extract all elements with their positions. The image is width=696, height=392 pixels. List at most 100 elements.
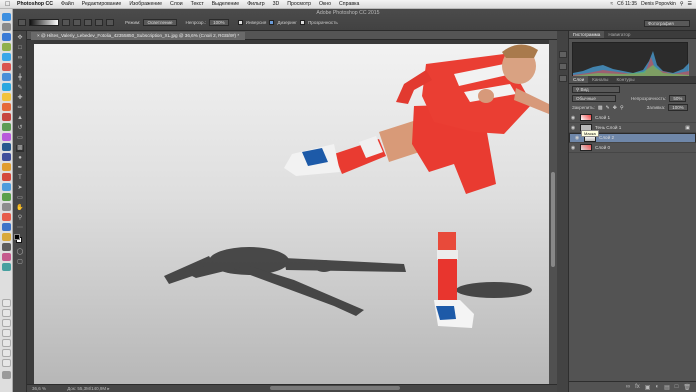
appstore-icon[interactable] — [2, 73, 11, 81]
menu-view[interactable]: Просмотр — [287, 1, 311, 7]
messages-icon[interactable] — [2, 123, 11, 131]
move-tool-icon[interactable]: ✥ — [16, 35, 24, 42]
notes-icon[interactable] — [2, 93, 11, 101]
app-icon-lightblue[interactable] — [2, 183, 11, 191]
layer-row[interactable]: ◉ Слой 1 — [569, 113, 696, 123]
app-icon-coral[interactable] — [2, 213, 11, 221]
gradient-tool-button-icon[interactable]: ▩ — [16, 145, 24, 152]
calendar-icon[interactable] — [2, 63, 11, 71]
menu-layers[interactable]: Слои — [170, 1, 183, 7]
app-icon-navy[interactable] — [2, 223, 11, 231]
quick-mask-icon[interactable]: ◯ — [16, 249, 24, 256]
reflected-gradient-button[interactable] — [95, 19, 103, 26]
document-canvas[interactable] — [34, 44, 549, 384]
new-group-icon[interactable]: ▤ — [664, 384, 670, 391]
launchpad-icon[interactable] — [2, 23, 11, 31]
visibility-eye-icon[interactable]: ◉ — [569, 115, 577, 121]
history-brush-tool-icon[interactable]: ↺ — [16, 125, 24, 132]
pen-tool-icon[interactable]: ✒ — [16, 165, 24, 172]
telegram-icon[interactable] — [2, 53, 11, 61]
more-tools-icon[interactable]: ⋯ — [16, 225, 24, 232]
delete-layer-icon[interactable]: 🗑 — [683, 384, 691, 391]
clock[interactable]: Сб 11:35 — [617, 1, 637, 7]
layer-opacity-field[interactable]: 50% — [669, 95, 687, 102]
app-icon-pink[interactable] — [2, 253, 11, 261]
tab-layers[interactable]: Слои — [569, 76, 589, 83]
status-arrow-icon[interactable]: ▸ — [107, 386, 109, 391]
document-icon-2[interactable] — [2, 309, 11, 317]
tool-app-icon[interactable] — [2, 103, 11, 111]
history-panel-icon[interactable] — [559, 51, 567, 58]
vertical-scroll-thumb[interactable] — [551, 172, 555, 267]
wifi-icon[interactable]: ≈ — [610, 1, 613, 7]
shape-tool-icon[interactable]: ▭ — [16, 195, 24, 202]
app-icon-orange[interactable] — [2, 163, 11, 171]
fx-icon[interactable]: fx — [635, 384, 640, 390]
document-icon-3[interactable] — [2, 319, 11, 327]
mode-select[interactable]: Осветление — [143, 19, 177, 26]
tab-histogram[interactable]: Гистограмма — [569, 31, 605, 38]
invert-checkbox[interactable] — [237, 20, 243, 25]
layer-row[interactable]: ◉ Слой 0 — [569, 143, 696, 153]
diamond-gradient-button[interactable] — [106, 19, 114, 26]
quick-select-tool-icon[interactable]: ✧ — [16, 65, 24, 72]
menu-3d[interactable]: 3D — [273, 1, 280, 7]
lock-paint-icon[interactable]: ✎ — [606, 105, 610, 111]
safari-icon[interactable] — [2, 33, 11, 41]
layer-fx-icon[interactable]: ▣ — [685, 125, 690, 131]
lasso-tool-icon[interactable]: ∞ — [16, 55, 24, 62]
gradient-tool-icon[interactable] — [18, 19, 26, 26]
add-mask-icon[interactable]: ▣ — [645, 384, 651, 391]
menu-filter[interactable]: Фильтр — [247, 1, 264, 7]
hand-tool-icon[interactable]: ✋ — [16, 205, 24, 212]
document-tab[interactable]: × @ Hiltes_Valeriy_Lebedev_Fotolia_42355… — [31, 32, 246, 40]
app-icon-blue[interactable] — [2, 153, 11, 161]
tab-channels[interactable]: Каналы — [588, 76, 612, 83]
blend-mode-select[interactable]: Обычные — [572, 95, 616, 102]
document-icon[interactable] — [2, 299, 11, 307]
finder-icon[interactable] — [2, 13, 11, 21]
transparency-checkbox[interactable] — [299, 20, 305, 25]
document-icon-5[interactable] — [2, 339, 11, 347]
settings-icon[interactable] — [2, 203, 11, 211]
document-icon-7[interactable] — [2, 359, 11, 367]
vertical-scrollbar[interactable] — [549, 40, 557, 384]
zoom-tool-icon[interactable]: ⚲ — [16, 215, 24, 222]
trash-icon[interactable] — [2, 371, 11, 379]
lock-move-icon[interactable]: ✥ — [613, 105, 617, 111]
opacity-field[interactable]: 100% — [209, 19, 229, 26]
menu-edit[interactable]: Редактирование — [82, 1, 122, 7]
screen-mode-icon[interactable]: ▢ — [16, 259, 24, 266]
new-layer-icon[interactable]: □ — [675, 384, 679, 390]
apple-icon[interactable]:  — [5, 1, 13, 8]
mail-icon[interactable] — [2, 113, 11, 121]
menu-list-icon[interactable]: ☰ — [688, 1, 692, 7]
menu-select[interactable]: Выделение — [212, 1, 240, 7]
lock-pixels-icon[interactable]: ▩ — [598, 105, 603, 111]
link-layers-icon[interactable]: ∞ — [626, 384, 630, 390]
workspace-select[interactable]: Фотография — [644, 20, 690, 27]
app-icon-red[interactable] — [2, 173, 11, 181]
tab-paths[interactable]: Контуры — [612, 76, 638, 83]
menu-type[interactable]: Текст — [191, 1, 204, 7]
app-icon-teal[interactable] — [2, 263, 11, 271]
gradient-preview[interactable] — [29, 19, 59, 26]
eyedropper-tool-icon[interactable]: ✎ — [16, 85, 24, 92]
visibility-eye-icon[interactable]: ◉ — [569, 125, 577, 131]
zoom-level[interactable]: 36,6 % — [32, 386, 46, 391]
foreground-color-swatch[interactable] — [14, 234, 20, 240]
user-name[interactable]: Denis Popovkin — [641, 1, 676, 7]
linear-gradient-button[interactable] — [62, 19, 70, 26]
adjustment-layer-icon[interactable]: ◐ — [655, 384, 659, 390]
angle-gradient-button[interactable] — [84, 19, 92, 26]
app-icon-gray[interactable] — [2, 243, 11, 251]
tab-navigator[interactable]: Навигатор — [604, 31, 634, 38]
music-icon[interactable] — [2, 133, 11, 141]
menu-file[interactable]: Файл — [61, 1, 74, 7]
maps-icon[interactable] — [2, 43, 11, 51]
app-icon-green[interactable] — [2, 193, 11, 201]
brush-tool-icon[interactable]: ✏ — [16, 105, 24, 112]
photoshop-icon[interactable] — [2, 143, 11, 151]
crop-tool-icon[interactable]: ╋ — [16, 75, 24, 82]
document-icon-6[interactable] — [2, 349, 11, 357]
